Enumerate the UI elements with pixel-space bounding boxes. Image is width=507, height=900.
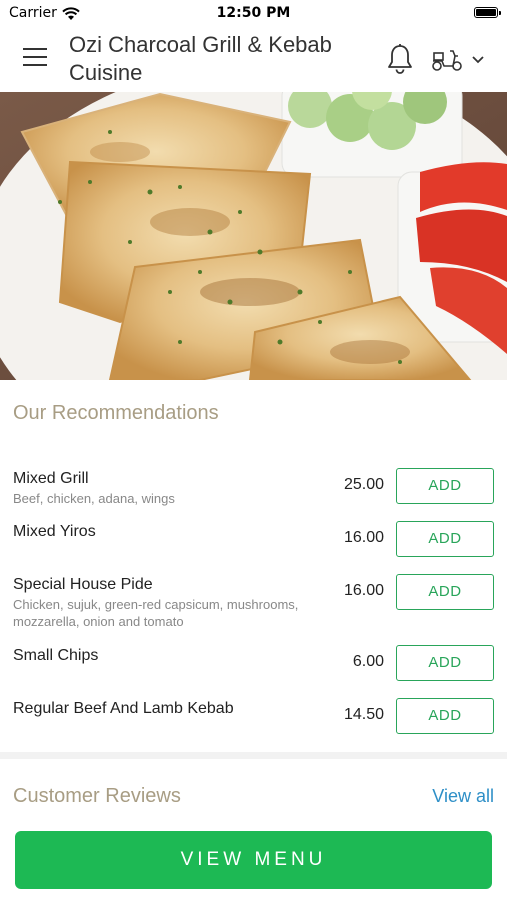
item-price: 14.50: [343, 706, 384, 723]
battery-icon: [474, 7, 501, 18]
view-all-link[interactable]: View all: [432, 786, 494, 807]
add-button[interactable]: ADD: [396, 574, 494, 610]
item-name: Special House Pide: [13, 576, 153, 593]
hero-food-image: [0, 92, 507, 380]
item-name: Mixed Yiros: [13, 523, 96, 540]
app-header: Ozi Charcoal Grill & Kebab Cuisine: [0, 28, 507, 92]
item-name: Small Chips: [13, 647, 99, 664]
status-time: 12:50 PM: [216, 5, 291, 21]
item-price: 16.00: [343, 529, 384, 546]
item-price: 16.00: [343, 582, 384, 599]
add-button[interactable]: ADD: [396, 521, 494, 557]
item-description: Beef, chicken, adana, wings: [13, 491, 175, 506]
add-button[interactable]: ADD: [396, 698, 494, 734]
item-price: 6.00: [352, 653, 384, 670]
reviews-title: Customer Reviews: [13, 785, 181, 807]
status-bar: Carrier 12:50 PM: [0, 0, 507, 28]
item-name: Regular Beef And Lamb Kebab: [13, 700, 234, 717]
add-button[interactable]: ADD: [396, 468, 494, 504]
item-name: Mixed Grill: [13, 470, 89, 487]
add-button[interactable]: ADD: [396, 645, 494, 681]
scooter-icon[interactable]: [430, 46, 464, 74]
item-description: Chicken, sujuk, green-red capsicum, mush…: [13, 597, 299, 629]
view-menu-button[interactable]: VIEW MENU: [15, 831, 492, 889]
recommendations-title: Our Recommendations: [13, 402, 219, 424]
item-price: 25.00: [343, 476, 384, 493]
restaurant-name: Ozi Charcoal Grill & Kebab Cuisine: [69, 32, 332, 85]
chevron-down-icon[interactable]: [470, 51, 486, 67]
bell-icon[interactable]: [385, 43, 415, 75]
hamburger-menu-icon[interactable]: [23, 48, 47, 70]
section-divider: [0, 752, 507, 759]
